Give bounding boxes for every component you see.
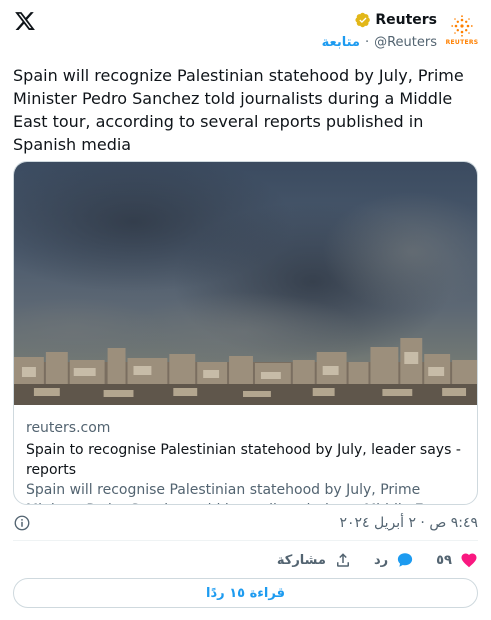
reply-bubble-icon xyxy=(398,553,413,567)
avatar[interactable]: REUTERS xyxy=(445,8,479,48)
timestamp-row: ٩:٤٩ ص · ٢ أبريل ٢٠٢٤ xyxy=(13,513,478,533)
x-logo-icon[interactable] xyxy=(14,10,36,32)
card-domain: reuters.com xyxy=(26,420,111,436)
divider xyxy=(13,540,478,541)
link-card[interactable]: reuters.com Spain to recognise Palestini… xyxy=(13,161,478,505)
reply-label: رد xyxy=(373,552,389,568)
like-count: ٥٩ xyxy=(436,552,452,568)
share-icon xyxy=(336,553,349,567)
avatar-wordmark: REUTERS xyxy=(445,39,479,46)
account-header: Reuters متابعة · @Reuters REUTERS xyxy=(322,8,479,52)
follow-button[interactable]: متابعة xyxy=(322,35,360,50)
separator-dot: · xyxy=(364,34,370,50)
card-image[interactable] xyxy=(14,162,477,405)
reuters-logo-icon xyxy=(451,15,473,37)
reply-action[interactable]: رد xyxy=(374,551,414,569)
heart-icon xyxy=(461,553,477,568)
share-action[interactable]: مشاركة xyxy=(277,551,352,569)
account-text: Reuters متابعة · @Reuters xyxy=(322,8,437,52)
tweet-timestamp[interactable]: ٩:٤٩ ص · ٢ أبريل ٢٠٢٤ xyxy=(339,515,478,531)
action-bar: ٥٩ رد مشاركة xyxy=(13,549,478,571)
read-replies-button[interactable]: قراءة ١٥ ردًا xyxy=(13,578,478,608)
account-name[interactable]: Reuters xyxy=(375,12,437,28)
share-label: مشاركة xyxy=(276,552,326,568)
card-title[interactable]: Spain to recognise Palestinian statehood… xyxy=(26,440,465,480)
verified-badge-icon xyxy=(355,12,371,28)
like-action[interactable]: ٥٩ xyxy=(436,551,478,569)
account-handle[interactable]: @Reuters xyxy=(374,35,437,50)
info-icon[interactable] xyxy=(13,514,31,532)
tweet-text: Spain will recognize Palestinian stateho… xyxy=(13,66,464,154)
card-body: reuters.com Spain to recognise Palestini… xyxy=(14,405,477,504)
handle-row: متابعة · @Reuters xyxy=(322,32,437,52)
name-row: Reuters xyxy=(355,8,437,32)
card-description: Spain will recognise Palestinian stateho… xyxy=(26,482,445,504)
skyline-smoke-image xyxy=(14,162,477,405)
